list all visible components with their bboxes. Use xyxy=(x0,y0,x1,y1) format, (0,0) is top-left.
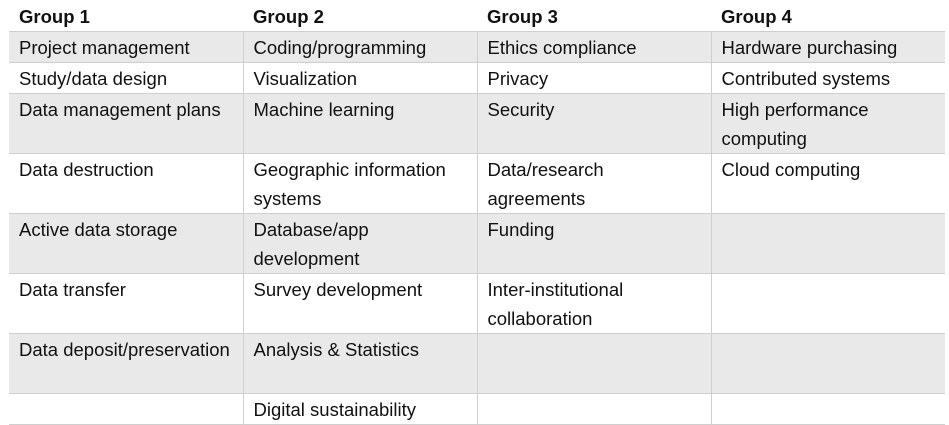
table-cell: Geographic information systems xyxy=(243,153,478,214)
table-row: Study/data design Visualization Privacy … xyxy=(9,62,945,94)
table-cell: Study/data design xyxy=(9,62,244,94)
table-row: Data destruction Geographic information … xyxy=(9,153,945,214)
table-cell: Contributed systems xyxy=(711,62,945,94)
table-cell: Security xyxy=(477,93,712,154)
table-cell: Coding/programming xyxy=(243,31,478,63)
table-cell: Analysis & Statistics xyxy=(243,333,478,394)
table-cell: Hardware purchasing xyxy=(711,31,945,63)
table-cell xyxy=(477,393,712,425)
header-group-1: Group 1 xyxy=(9,2,243,32)
table-cell: Data deposit/preservation xyxy=(9,333,244,394)
table-row: Data deposit/preservation Analysis & Sta… xyxy=(9,333,945,394)
table-cell: Survey development xyxy=(243,273,478,334)
table-cell: Visualization xyxy=(243,62,478,94)
table-cell: Data destruction xyxy=(9,153,244,214)
table-row: Data management plans Machine learning S… xyxy=(9,93,945,154)
table-cell: Project management xyxy=(9,31,244,63)
table-cell: Data/research agreements xyxy=(477,153,712,214)
table-cell xyxy=(711,213,945,274)
table-cell: Active data storage xyxy=(9,213,244,274)
table-cell: Cloud computing xyxy=(711,153,945,214)
table-cell xyxy=(711,273,945,334)
table-cell: Digital sustainability xyxy=(243,393,478,425)
table-cell: Privacy xyxy=(477,62,712,94)
table-cell xyxy=(477,333,712,394)
table-cell xyxy=(711,333,945,394)
table-cell: Database/app development xyxy=(243,213,478,274)
table-row: Data transfer Survey development Inter-i… xyxy=(9,273,945,334)
header-group-4: Group 4 xyxy=(711,2,945,32)
table-cell: High performance computing xyxy=(711,93,945,154)
table-cell: Ethics compliance xyxy=(477,31,712,63)
table-cell: Data management plans xyxy=(9,93,244,154)
table-cell xyxy=(711,393,945,425)
table-row: Active data storage Database/app develop… xyxy=(9,213,945,274)
table-cell: Inter-institutional collaboration xyxy=(477,273,712,334)
table-row: Digital sustainability xyxy=(9,393,945,425)
table-cell: Data transfer xyxy=(9,273,244,334)
header-group-3: Group 3 xyxy=(477,2,711,32)
table-cell: Machine learning xyxy=(243,93,478,154)
header-group-2: Group 2 xyxy=(243,2,477,32)
table-cell: Funding xyxy=(477,213,712,274)
header-row: Group 1 Group 2 Group 3 Group 4 xyxy=(9,2,945,32)
table-row: Project management Coding/programming Et… xyxy=(9,31,945,63)
groups-table: Group 1 Group 2 Group 3 Group 4 Project … xyxy=(9,2,945,425)
table-cell xyxy=(9,393,244,425)
